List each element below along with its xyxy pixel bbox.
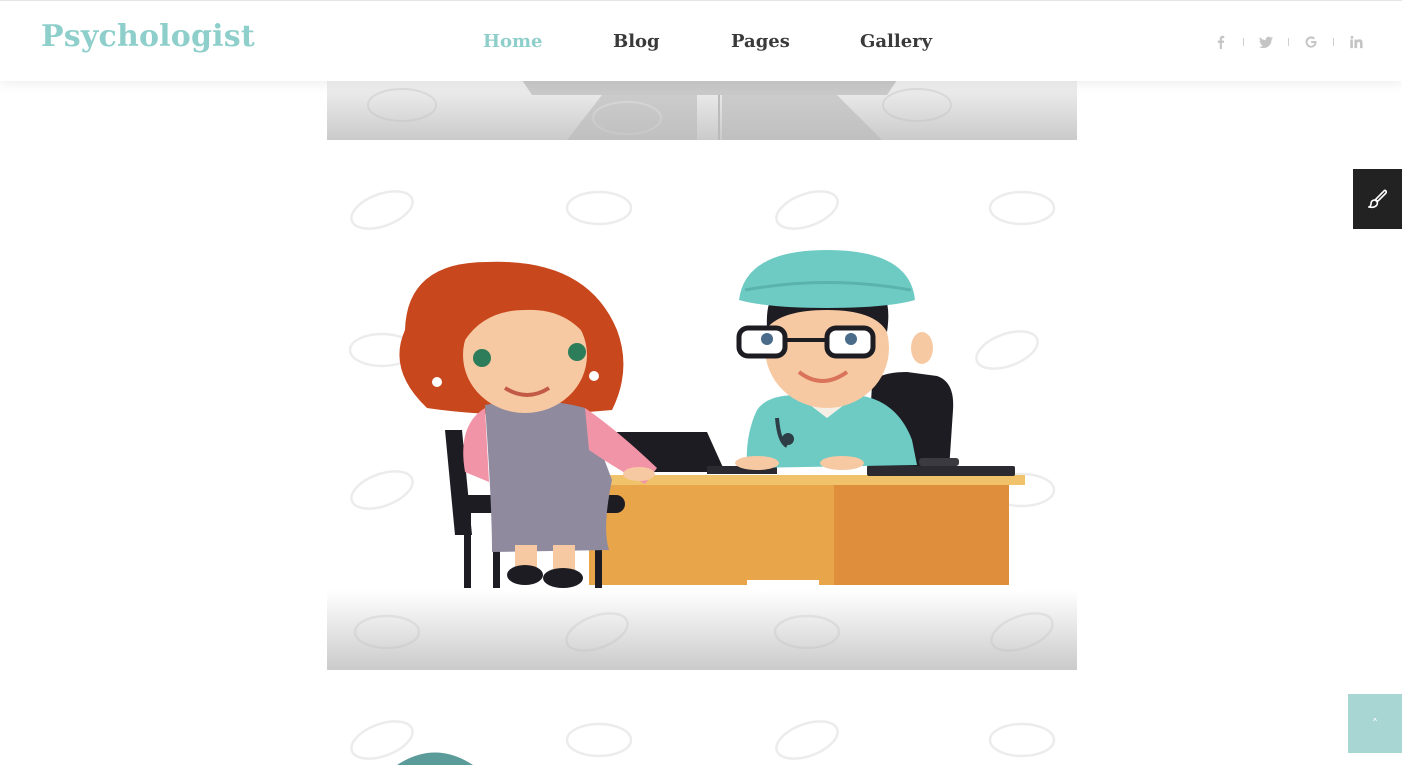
- facebook-icon[interactable]: [1213, 34, 1229, 50]
- chevron-up-icon: ˄: [1372, 716, 1378, 731]
- gallery-image-next[interactable]: [327, 695, 1077, 765]
- twitter-icon[interactable]: [1258, 34, 1274, 50]
- nav-item-gallery[interactable]: Gallery: [860, 31, 932, 52]
- brush-icon: [1367, 189, 1387, 209]
- linkedin-icon[interactable]: [1348, 34, 1364, 50]
- nav-item-home[interactable]: Home: [483, 31, 543, 52]
- site-header: Psychologist Home Blog Pages Gallery: [0, 0, 1402, 81]
- style-customizer-button[interactable]: [1353, 169, 1402, 229]
- divider: [1333, 38, 1334, 46]
- social-links: [1213, 34, 1364, 50]
- nav-item-blog[interactable]: Blog: [613, 31, 660, 52]
- image-overlay: [327, 590, 1077, 670]
- nav-item-pages[interactable]: Pages: [731, 31, 790, 52]
- divider: [1288, 38, 1289, 46]
- main-nav: Home Blog Pages Gallery: [0, 31, 1402, 55]
- next-illustration: [350, 720, 1056, 765]
- divider: [1243, 38, 1244, 46]
- google-icon[interactable]: [1303, 34, 1319, 50]
- gallery-image-counseling[interactable]: [327, 150, 1077, 670]
- scroll-top-button[interactable]: ˄: [1348, 694, 1402, 753]
